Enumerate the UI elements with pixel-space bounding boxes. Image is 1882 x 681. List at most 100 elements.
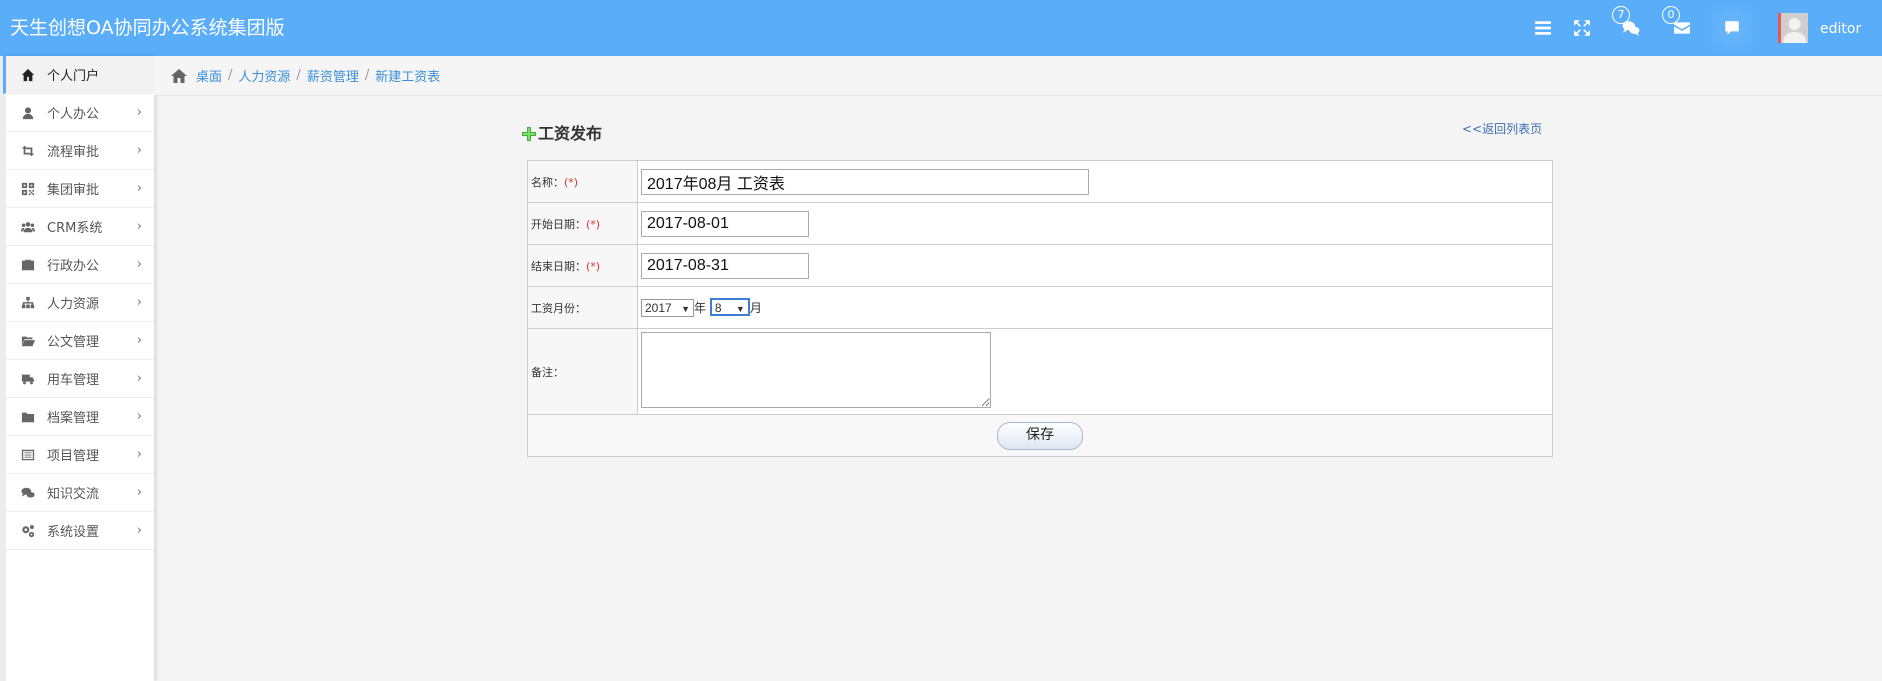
note-label: 备注： (531, 365, 564, 379)
form-row-name: 名称：(*) (527, 160, 1553, 203)
sidebar-item-label: 流程审批 (47, 145, 100, 160)
sidebar-item-projects[interactable]: 项目管理 › (6, 436, 154, 474)
start-label-cell: 开始日期：(*) (527, 202, 638, 245)
chevron-right-icon: › (136, 105, 142, 120)
group-icon (21, 220, 35, 234)
year-select[interactable]: 2017 ▼ (641, 299, 694, 317)
note-label-cell: 备注： (527, 328, 638, 415)
caret-down-icon: ▼ (735, 304, 745, 314)
chevron-right-icon: › (136, 143, 142, 158)
sidebar-item-label: 用车管理 (47, 373, 100, 388)
note-value-cell (637, 328, 1553, 415)
fullscreen-icon[interactable] (1568, 14, 1596, 42)
salary-month-label: 工资月份： (531, 301, 586, 315)
form-title-text: 工资发布 (538, 124, 603, 143)
month-select-value: 8 (714, 301, 722, 315)
sidebar-item-group-approval[interactable]: 集团审批 › (6, 170, 154, 208)
sidebar-item-workflow[interactable]: 流程审批 › (6, 132, 154, 170)
chevron-right-icon: › (136, 447, 142, 462)
top-header: 天生创想OA协同办公系统集团版 7 0 editor (0, 0, 1882, 56)
username[interactable]: editor (1820, 0, 1861, 58)
name-label: 名称： (531, 175, 564, 189)
month-unit: 月 (749, 301, 762, 315)
avatar[interactable] (1778, 13, 1808, 43)
sidebar-item-label: 档案管理 (47, 411, 100, 426)
chevron-right-icon: › (136, 181, 142, 196)
chevron-right-icon: › (136, 295, 142, 310)
sidebar-item-label: 知识交流 (47, 487, 100, 502)
sidebar-item-label: 项目管理 (47, 449, 100, 464)
sitemap-icon (21, 296, 35, 310)
breadcrumb-salary-management[interactable]: 薪资管理 (307, 66, 359, 85)
name-value-cell (637, 160, 1553, 203)
sidebar-item-label: 个人门户 (47, 69, 100, 84)
sidebar-item-admin-office[interactable]: 行政办公 › (6, 246, 154, 284)
form-row-salary-month: 工资月份： 2017 ▼ 年 8 ▼ 月 (527, 286, 1553, 329)
sidebar-item-label: 公文管理 (47, 335, 100, 350)
sidebar-item-vehicles[interactable]: 用车管理 › (6, 360, 154, 398)
form-row-actions: 保存 (527, 414, 1553, 457)
menu-icon[interactable] (1529, 14, 1557, 42)
breadcrumb-separator: / (296, 68, 301, 83)
sidebar-item-label: 个人办公 (47, 107, 100, 122)
plus-icon (522, 127, 536, 141)
form-row-end-date: 结束日期：(*) (527, 244, 1553, 287)
comments-icon[interactable] (1617, 14, 1645, 42)
salary-form: 名称：(*) 开始日期：(*) 结束日期：(*) 工资月份： 2017▼年 8▼… (527, 160, 1553, 457)
name-input[interactable] (641, 168, 1089, 195)
cogs-icon (21, 524, 35, 538)
qrcode-icon (21, 182, 35, 196)
sidebar: 个人门户 个人办公 › 流程审批 › 集团审批 › CRM系统 › 行政办公 ›… (0, 56, 154, 681)
start-date-input[interactable] (641, 210, 809, 237)
year-select-value: 2017 (645, 301, 672, 315)
month-label-cell: 工资月份： (527, 286, 638, 329)
end-date-input[interactable] (641, 252, 809, 279)
list-alt-icon (21, 448, 35, 462)
sidebar-item-personal-office[interactable]: 个人办公 › (6, 94, 154, 132)
required-mark: (*) (586, 217, 601, 231)
save-button[interactable]: 保存 (997, 421, 1083, 450)
actions-cell: 保存 (527, 414, 1553, 457)
sidebar-item-label: 行政办公 (47, 259, 100, 274)
comments-icon (21, 486, 35, 500)
caret-down-icon: ▼ (681, 304, 690, 314)
sidebar-item-archives[interactable]: 档案管理 › (6, 398, 154, 436)
sidebar-item-portal[interactable]: 个人门户 (3, 56, 154, 94)
back-to-list-link[interactable]: <<返回列表页 (1462, 120, 1542, 137)
breadcrumb: 桌面 / 人力资源 / 薪资管理 / 新建工资表 (154, 56, 1882, 96)
form-title: 工资发布 (522, 120, 602, 144)
breadcrumb-hr[interactable]: 人力资源 (238, 66, 290, 85)
form-row-start-date: 开始日期：(*) (527, 202, 1553, 245)
folder-open-icon (21, 334, 35, 348)
required-mark: (*) (586, 259, 601, 273)
breadcrumb-new-salary-sheet[interactable]: 新建工资表 (375, 66, 440, 85)
envelope-icon[interactable] (1668, 14, 1696, 42)
name-label-cell: 名称：(*) (527, 160, 638, 203)
sidebar-item-hr[interactable]: 人力资源 › (6, 284, 154, 322)
sidebar-item-settings[interactable]: 系统设置 › (6, 512, 154, 550)
chevron-right-icon: › (136, 523, 142, 538)
breadcrumb-separator: / (364, 68, 370, 83)
form-row-note: 备注： (527, 328, 1553, 415)
chevron-right-icon: › (136, 371, 142, 386)
month-value-cell: 2017 ▼ 年 8 ▼ 月 (637, 286, 1553, 329)
chevron-right-icon: › (136, 333, 142, 348)
chevron-right-icon: › (136, 219, 142, 234)
retweet-icon (21, 144, 35, 158)
sidebar-item-knowledge[interactable]: 知识交流 › (6, 474, 154, 512)
end-date-label: 结束日期： (531, 259, 586, 273)
end-label-cell: 结束日期：(*) (527, 244, 638, 287)
breadcrumb-desktop[interactable]: 桌面 (196, 66, 222, 85)
sidebar-item-label: 集团审批 (47, 183, 100, 198)
home-icon (21, 68, 35, 82)
month-select[interactable]: 8 ▼ (709, 298, 750, 316)
home-icon[interactable] (170, 68, 188, 84)
sidebar-item-crm[interactable]: CRM系统 › (6, 208, 154, 246)
required-mark: (*) (564, 175, 579, 189)
sidebar-item-documents[interactable]: 公文管理 › (6, 322, 154, 360)
end-value-cell (637, 244, 1553, 287)
chat-icon[interactable] (1700, 0, 1764, 56)
chevron-right-icon: › (136, 485, 142, 500)
note-textarea[interactable] (641, 332, 991, 408)
app-title: 天生创想OA协同办公系统集团版 (10, 17, 285, 39)
